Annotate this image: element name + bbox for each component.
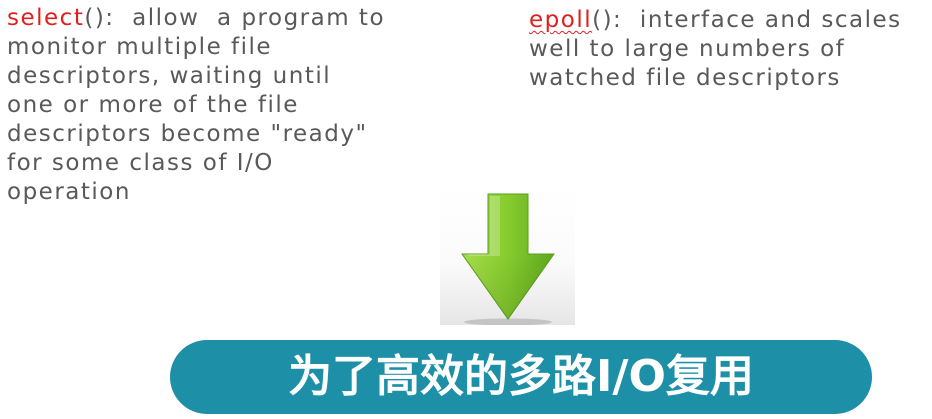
select-line: operation <box>7 179 131 205</box>
select-description: select(): allow a program to monitor mul… <box>7 4 385 207</box>
epoll-first-line: (): interface and scales <box>592 7 902 33</box>
epoll-line: well to large numbers of <box>529 36 846 62</box>
epoll-keyword: epoll <box>529 7 593 33</box>
multiplexing-banner: 为了高效的多路I/O复用 <box>170 340 872 414</box>
select-line: descriptors become "ready" <box>7 121 368 147</box>
select-line: one or more of the file <box>7 92 299 118</box>
select-line: monitor multiple file <box>7 34 273 60</box>
epoll-description: epoll(): interface and scales well to la… <box>529 6 902 93</box>
select-first-line: (): allow a program to <box>84 5 386 31</box>
banner-title: 为了高效的多路I/O复用 <box>288 351 754 402</box>
epoll-line: watched file descriptors <box>529 65 841 91</box>
select-keyword: select <box>7 5 85 31</box>
down-arrow-icon <box>440 186 575 326</box>
select-line: for some class of I/O <box>7 150 274 176</box>
select-line: descriptors, waiting until <box>7 63 332 89</box>
